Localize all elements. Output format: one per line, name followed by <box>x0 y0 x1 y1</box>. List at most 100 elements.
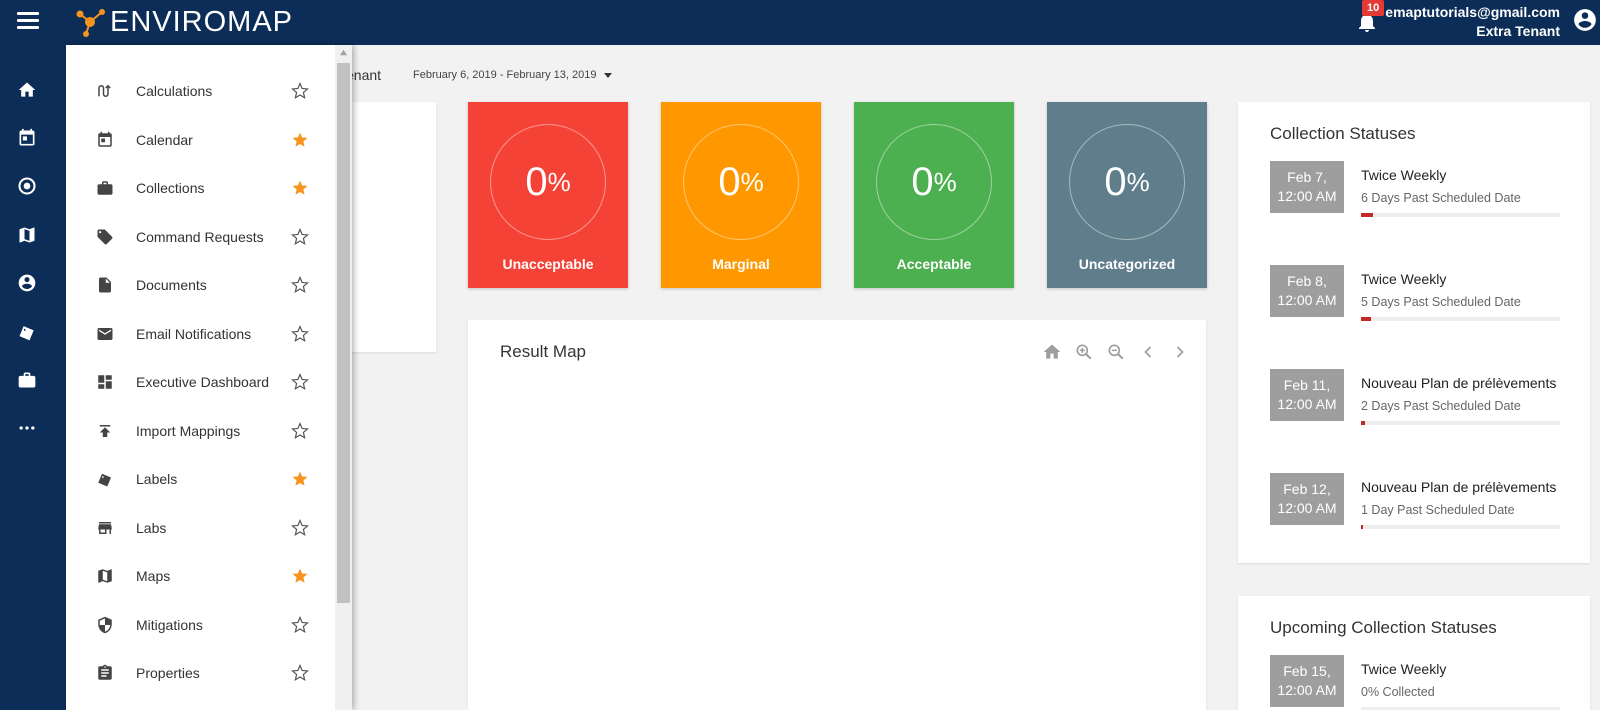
menu-item-label: Executive Dashboard <box>136 374 270 390</box>
stat-tile-acceptable[interactable]: 0% Acceptable <box>854 102 1014 288</box>
entry-time: 12:00 AM <box>1277 396 1337 412</box>
user-email: emaptutorials@gmail.com <box>1385 4 1560 20</box>
entry-title: Twice Weekly <box>1361 167 1447 183</box>
labels-icon[interactable] <box>17 322 37 342</box>
star-filled-icon[interactable] <box>291 567 309 585</box>
stat-tile-unacceptable[interactable]: 0% Unacceptable <box>468 102 628 288</box>
star-outline-icon[interactable] <box>291 664 309 682</box>
labels-icon <box>98 473 111 487</box>
stat-label: Unacceptable <box>502 256 594 272</box>
zoom-out-icon[interactable] <box>1106 342 1126 362</box>
stat-tile-uncategorized[interactable]: 0% Uncategorized <box>1047 102 1207 288</box>
result-map-card: Result Map <box>468 320 1206 710</box>
status-entry[interactable]: Feb 11, 12:00 AM Nouveau Plan de prélèvem… <box>1270 369 1570 449</box>
user-info[interactable]: emaptutorials@gmail.com Extra Tenant <box>1385 3 1560 41</box>
entry-date: Feb 12, <box>1283 481 1331 497</box>
entry-time: 12:00 AM <box>1277 292 1337 308</box>
briefcase-icon[interactable] <box>17 370 37 390</box>
progress-bar <box>1361 421 1560 425</box>
progress-bar <box>1361 213 1560 217</box>
briefcase-icon <box>97 181 113 195</box>
menu-item-calendar[interactable]: Calendar <box>66 116 336 164</box>
entry-subtitle: 0% Collected <box>1361 685 1435 699</box>
menu-item-properties[interactable]: Properties <box>66 649 336 697</box>
account-circle-icon[interactable] <box>1572 7 1598 33</box>
shield-icon <box>98 616 112 634</box>
menu-item-executive-dashboard[interactable]: Executive Dashboard <box>66 358 336 406</box>
status-entry[interactable]: Feb 7, 12:00 AM Twice Weekly 6 Days Past … <box>1270 161 1570 241</box>
entry-date: Feb 8, <box>1287 273 1327 289</box>
map-home-icon[interactable] <box>1042 342 1062 362</box>
entry-date-badge: Feb 11, 12:00 AM <box>1270 369 1344 421</box>
stat-tile-marginal[interactable]: 0% Marginal <box>661 102 821 288</box>
entry-date-badge: Feb 15, 12:00 AM <box>1270 655 1344 707</box>
store-icon <box>98 522 112 534</box>
entry-date-badge: Feb 7, 12:00 AM <box>1270 161 1344 213</box>
stat-label: Acceptable <box>896 256 972 272</box>
menu-item-documents[interactable]: Documents <box>66 261 336 309</box>
target-icon[interactable] <box>17 176 37 196</box>
entry-date-badge: Feb 8, 12:00 AM <box>1270 265 1344 317</box>
zoom-in-icon[interactable] <box>1074 342 1094 362</box>
star-outline-icon[interactable] <box>291 519 309 537</box>
account-icon[interactable] <box>17 273 37 293</box>
menu-item-command-requests[interactable]: Command Requests <box>66 213 336 261</box>
stat-unit: % <box>1126 166 1150 197</box>
previous-icon[interactable] <box>1138 342 1158 362</box>
menu-item-label: Email Notifications <box>136 326 252 342</box>
date-range-text: February 6, 2019 - February 13, 2019 <box>413 69 597 81</box>
menu-scrollbar-thumb[interactable] <box>337 63 350 603</box>
star-filled-icon[interactable] <box>291 470 309 488</box>
map-icon <box>98 569 112 583</box>
menu-item-mitigations[interactable]: Mitigations <box>66 601 336 649</box>
menu-toggle-icon[interactable] <box>17 12 39 30</box>
home-icon[interactable] <box>17 80 37 100</box>
star-outline-icon[interactable] <box>291 82 309 100</box>
scroll-up-arrow-icon[interactable] <box>339 48 348 57</box>
app-logo[interactable]: ENVIROMAP <box>72 4 293 40</box>
menu-item-collections[interactable]: Collections <box>66 164 336 212</box>
entry-title: Twice Weekly <box>1361 271 1447 287</box>
stat-unit: % <box>740 166 764 197</box>
stat-ring: 0% <box>490 124 606 240</box>
menu-item-email-notifications[interactable]: Email Notifications <box>66 310 336 358</box>
notification-count-badge: 10 <box>1362 0 1385 16</box>
menu-item-calculations[interactable]: Calculations <box>66 67 336 115</box>
status-entry[interactable]: Feb 12, 12:00 AM Nouveau Plan de prélèvem… <box>1270 473 1570 553</box>
progress-fill <box>1361 421 1365 425</box>
chevron-down-icon <box>604 72 613 78</box>
star-outline-icon[interactable] <box>291 422 309 440</box>
date-range-selector[interactable]: February 6, 2019 - February 13, 2019 <box>413 69 613 81</box>
entry-time: 12:00 AM <box>1277 682 1337 698</box>
menu-item-maps[interactable]: Maps <box>66 552 336 600</box>
progress-bar <box>1361 525 1560 529</box>
entry-date-badge: Feb 12, 12:00 AM <box>1270 473 1344 525</box>
stat-unit: % <box>933 166 957 197</box>
calendar-icon[interactable] <box>17 128 37 148</box>
navigation-menu: Calculations Calendar Collections Comman… <box>66 45 352 710</box>
star-outline-icon[interactable] <box>291 325 309 343</box>
dashboard-icon <box>98 375 112 389</box>
menu-item-labels[interactable]: Labels <box>66 455 336 503</box>
progress-fill <box>1361 213 1373 217</box>
more-icon[interactable] <box>17 418 37 438</box>
menu-item-import-mappings[interactable]: Import Mappings <box>66 407 336 455</box>
email-icon <box>97 328 113 340</box>
menu-item-labs[interactable]: Labs <box>66 504 336 552</box>
status-entry[interactable]: Feb 8, 12:00 AM Twice Weekly 5 Days Past … <box>1270 265 1570 345</box>
next-icon[interactable] <box>1170 342 1190 362</box>
stat-label: Marginal <box>712 256 770 272</box>
menu-item-label: Command Requests <box>136 229 264 245</box>
stat-label: Uncategorized <box>1078 256 1176 272</box>
star-filled-icon[interactable] <box>291 131 309 149</box>
star-outline-icon[interactable] <box>291 373 309 391</box>
entry-title: Nouveau Plan de prélèvements <box>1361 375 1557 391</box>
top-bar: ENVIROMAP 10 emaptutorials@gmail.com Ext… <box>0 0 1600 45</box>
entry-subtitle: 1 Day Past Scheduled Date <box>1361 503 1515 517</box>
status-entry[interactable]: Feb 15, 12:00 AM Twice Weekly 0% Collecte… <box>1270 655 1570 710</box>
star-outline-icon[interactable] <box>291 616 309 634</box>
star-outline-icon[interactable] <box>291 276 309 294</box>
star-filled-icon[interactable] <box>291 179 309 197</box>
map-icon[interactable] <box>17 225 37 245</box>
star-outline-icon[interactable] <box>291 228 309 246</box>
